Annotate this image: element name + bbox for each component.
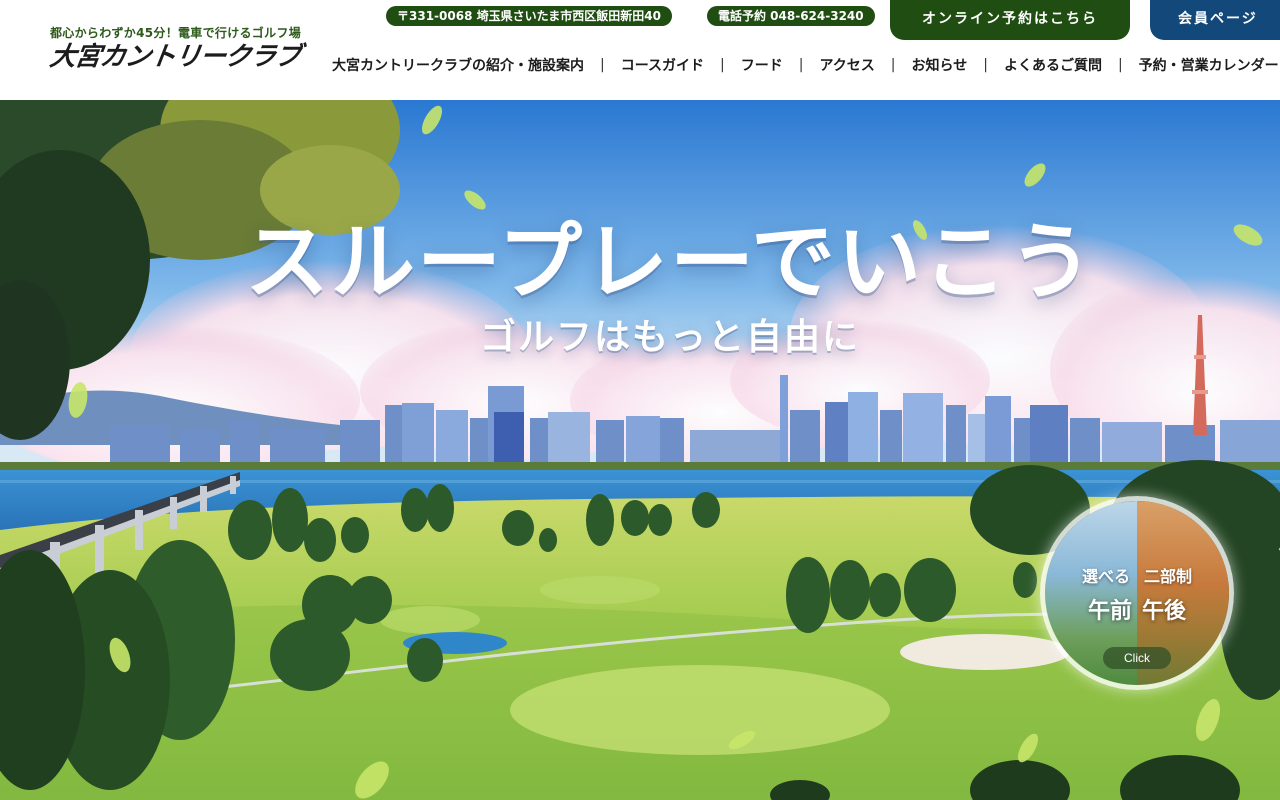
badge-options: 午前 午後 bbox=[1045, 593, 1229, 625]
logo-tagline: 都心からわずか45分！電車で行けるゴルフ場 bbox=[50, 26, 302, 40]
nav-separator: | bbox=[983, 57, 988, 73]
nav-separator: | bbox=[1117, 57, 1123, 73]
online-booking-button[interactable]: オンライン予約はこちら bbox=[890, 0, 1130, 40]
nav-item-calendar[interactable]: 予約・営業カレンダー bbox=[1139, 55, 1279, 75]
badge-click-button[interactable]: Click bbox=[1103, 647, 1171, 669]
nav-separator: | bbox=[798, 57, 804, 73]
nav-item-about[interactable]: 大宮カントリークラブの紹介・施設案内 bbox=[332, 55, 584, 75]
logo-name: 大宮カントリークラブ bbox=[47, 42, 303, 72]
nav-separator: | bbox=[720, 57, 725, 73]
nav-item-course-guide[interactable]: コースガイド bbox=[621, 55, 704, 75]
nav-item-food[interactable]: フード bbox=[741, 55, 783, 75]
member-page-button[interactable]: 会員ページ bbox=[1150, 0, 1280, 40]
site-logo[interactable]: 都心からわずか45分！電車で行けるゴルフ場 大宮カントリークラブ bbox=[47, 26, 303, 72]
address-badge: 〒331-0068 埼玉県さいたま市西区飯田新田40 bbox=[386, 6, 672, 26]
badge-line1-left: 選べる bbox=[1081, 567, 1130, 586]
badge-line1-right: 二部制 bbox=[1144, 567, 1193, 586]
phone-badge[interactable]: 電話予約 048-624-3240 bbox=[707, 6, 875, 26]
nav-separator: | bbox=[890, 57, 896, 73]
badge-morning-label: 午前 bbox=[1087, 599, 1132, 624]
nav-item-faq[interactable]: よくあるご質問 bbox=[1004, 55, 1102, 75]
badge-afternoon-label: 午後 bbox=[1142, 599, 1187, 624]
nav-item-access[interactable]: アクセス bbox=[819, 55, 874, 75]
two-part-system-badge[interactable]: 選べる 二部制 午前 午後 Click bbox=[1040, 496, 1234, 690]
hero-section: スループレーでいこう ゴルフはもっと自由に 選べる 二部制 午前 午後 Clic… bbox=[0, 100, 1280, 800]
main-nav: 大宮カントリークラブの紹介・施設案内 | コースガイド | フード | アクセス… bbox=[332, 55, 1279, 75]
site-header: 都心からわずか45分！電車で行けるゴルフ場 大宮カントリークラブ 〒331-00… bbox=[0, 0, 1280, 100]
nav-item-news[interactable]: お知らせ bbox=[912, 55, 968, 75]
nav-separator: | bbox=[600, 57, 605, 73]
hero-title: スループレーでいこう bbox=[245, 213, 1095, 311]
hero-subtitle: ゴルフはもっと自由に bbox=[479, 317, 860, 358]
badge-heading: 選べる 二部制 bbox=[1045, 563, 1229, 587]
